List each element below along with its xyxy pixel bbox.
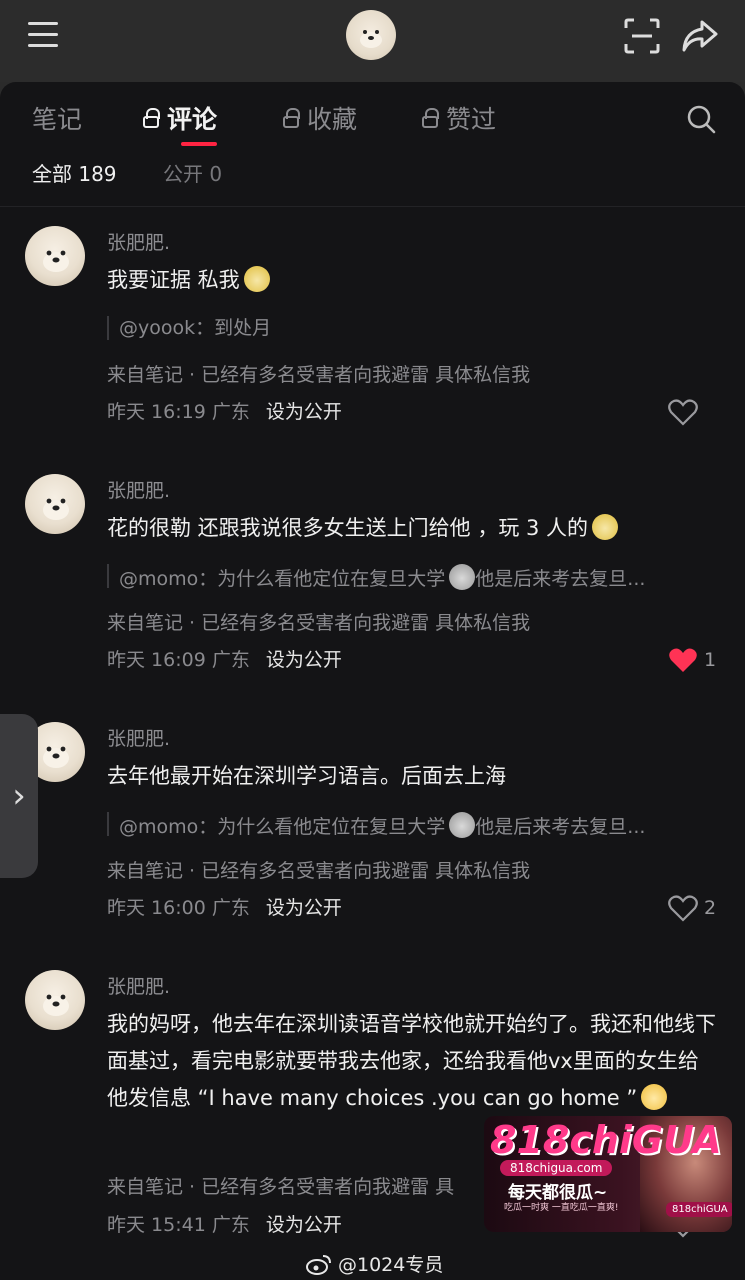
avatar[interactable] — [346, 10, 396, 60]
filter-public[interactable]: 公开 0 — [163, 158, 222, 187]
like-button[interactable]: 1 — [668, 646, 716, 674]
like-button[interactable] — [668, 398, 698, 426]
tab-label: 收藏 — [307, 105, 358, 134]
crying-emoji-icon — [641, 1084, 668, 1110]
avatar[interactable] — [25, 970, 85, 1030]
side-drawer-handle[interactable]: › — [0, 714, 38, 878]
comment-source[interactable]: 来自笔记 · 已经有多名受害者向我避雷 具体私信我 — [107, 360, 530, 387]
comment-text: 花的很勒 还跟我说很多女生送上门给他 ，玩 3 人的 — [107, 510, 717, 547]
quote-text: @momo：为什么看他定位在复旦大学 — [119, 816, 446, 838]
weibo-watermark: @1024专员 — [306, 1250, 443, 1277]
comment-author[interactable]: 张肥肥. — [107, 724, 170, 751]
avatar[interactable] — [25, 226, 85, 286]
like-button[interactable]: 2 — [668, 894, 716, 922]
heart-outline-icon — [668, 399, 698, 426]
lock-icon — [143, 108, 161, 128]
menu-icon[interactable] — [28, 22, 62, 52]
ad-badge: 818chiGUA — [666, 1202, 732, 1217]
top-bar — [0, 0, 745, 82]
tab-liked[interactable]: 赞过 — [422, 100, 496, 136]
comment-time: 昨天 16:00 广东 — [107, 897, 250, 919]
comment-meta: 昨天 15:41 广东 设为公开 — [107, 1210, 342, 1237]
comment-author[interactable]: 张肥肥. — [107, 228, 170, 255]
filter-all[interactable]: 全部 189 — [32, 158, 117, 187]
comment-meta: 昨天 16:00 广东 设为公开 — [107, 893, 342, 920]
comment-time: 昨天 16:19 广东 — [107, 401, 250, 423]
weibo-icon — [306, 1254, 331, 1275]
search-icon[interactable] — [686, 104, 716, 134]
tab-label: 笔记 — [32, 105, 83, 134]
share-icon[interactable] — [680, 18, 718, 54]
scan-icon[interactable] — [624, 18, 660, 54]
quote-text-tail: 他是后来考去复旦... — [475, 816, 646, 838]
tab-label: 赞过 — [446, 105, 497, 134]
profile-tabs: 笔记 评论 收藏 赞过 — [0, 100, 745, 144]
make-public-button[interactable]: 设为公开 — [266, 401, 342, 423]
comment-source[interactable]: 来自笔记 · 已经有多名受害者向我避雷 具体私信我 — [107, 608, 530, 635]
bear-emoji-icon — [243, 266, 270, 292]
tab-label: 评论 — [167, 105, 218, 134]
lock-icon — [283, 108, 301, 128]
ad-subtext: 吃瓜一时爽 一直吃瓜一直爽! — [504, 1203, 619, 1213]
avatar[interactable] — [25, 474, 85, 534]
make-public-button[interactable]: 设为公开 — [266, 1214, 342, 1236]
comment-meta: 昨天 16:09 广东 设为公开 — [107, 645, 342, 672]
comment-text-content: 我的妈呀，他去年在深圳读语音学校他就开始约了。我还和他线下面基过，看完电影就要带… — [107, 1012, 716, 1110]
quoted-reply[interactable]: @momo：为什么看他定位在复旦大学 他是后来考去复旦... — [107, 812, 646, 838]
bear-face-icon — [360, 30, 382, 48]
comment-text: 我的妈呀，他去年在深圳读语音学校他就开始约了。我还和他线下面基过，看完电影就要带… — [107, 1006, 717, 1117]
comment-meta: 昨天 16:19 广东 设为公开 — [107, 397, 342, 424]
divider — [0, 206, 745, 207]
comment-time: 昨天 16:09 广东 — [107, 649, 250, 671]
comment-text-content: 我要证据 私我 — [107, 268, 240, 292]
like-count: 1 — [704, 649, 717, 671]
heart-outline-icon — [668, 895, 698, 922]
comment-text: 我要证据 私我 — [107, 262, 717, 299]
comment-author[interactable]: 张肥肥. — [107, 972, 170, 999]
heart-filled-icon — [669, 648, 697, 672]
quoted-reply[interactable]: @momo：为什么看他定位在复旦大学 他是后来考去复旦... — [107, 564, 646, 590]
watermark-text: @1024专员 — [338, 1254, 444, 1276]
bear-face-icon — [43, 250, 69, 272]
bear-face-icon — [43, 498, 69, 520]
comment-text-content: 花的很勒 还跟我说很多女生送上门给他 ，玩 3 人的 — [107, 516, 589, 540]
make-public-button[interactable]: 设为公开 — [266, 649, 342, 671]
tab-notes[interactable]: 笔记 — [32, 100, 82, 136]
comment-text: 去年他最开始在深圳学习语言。后面去上海 — [107, 764, 506, 788]
quote-text: @momo：为什么看他定位在复旦大学 — [119, 568, 446, 590]
bear-emoji-icon — [592, 514, 619, 540]
comment-author[interactable]: 张肥肥. — [107, 476, 170, 503]
comment-time: 昨天 15:41 广东 — [107, 1214, 250, 1236]
ad-banner[interactable]: 818chiGUA 818chigua.com 每天都很瓜~ 吃瓜一时爽 一直吃… — [484, 1116, 732, 1232]
make-public-button[interactable]: 设为公开 — [266, 897, 342, 919]
like-count: 2 — [704, 897, 717, 919]
active-tab-indicator — [181, 142, 217, 146]
quoted-reply[interactable]: @yoook：到处月 — [107, 316, 271, 340]
comment-source[interactable]: 来自笔记 · 已经有多名受害者向我避雷 具体私信我 — [107, 856, 530, 883]
cat-emoji-icon — [449, 812, 476, 838]
lock-icon — [422, 108, 440, 128]
quote-text-tail: 他是后来考去复旦... — [475, 568, 646, 590]
tab-favorites[interactable]: 收藏 — [283, 100, 357, 136]
chevron-right-icon: › — [12, 776, 26, 816]
ad-site: 818chigua.com — [500, 1160, 613, 1176]
bear-face-icon — [43, 994, 69, 1016]
ad-logo: 818chiGUA — [490, 1118, 722, 1162]
tab-comments[interactable]: 评论 — [143, 100, 217, 136]
comment-source[interactable]: 来自笔记 · 已经有多名受害者向我避雷 具 — [107, 1172, 454, 1199]
cat-emoji-icon — [449, 564, 476, 590]
